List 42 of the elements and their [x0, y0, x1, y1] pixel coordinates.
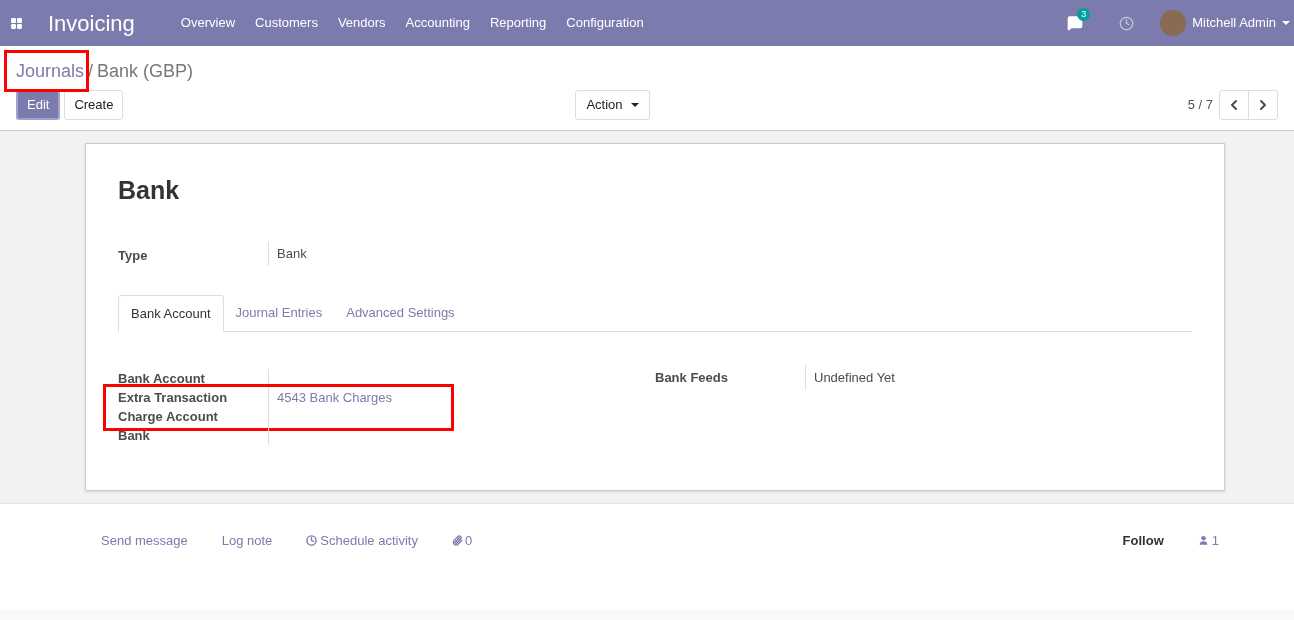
account-link[interactable]: 4543 Bank Charges	[277, 390, 392, 405]
followers-button[interactable]: 1	[1197, 531, 1219, 551]
form-tab[interactable]: Bank Account	[118, 294, 224, 332]
schedule-activity-link[interactable]: Schedule activity	[306, 531, 418, 551]
create-button[interactable]: Create	[64, 90, 124, 120]
nav-menu-item[interactable]: Reporting	[489, 13, 547, 33]
message-count-badge: 3	[1077, 8, 1091, 21]
follow-button[interactable]: Follow	[1122, 531, 1164, 551]
activity-clock-icon[interactable]	[1119, 15, 1135, 31]
apps-menu-icon[interactable]	[10, 16, 23, 30]
nav-menu-item[interactable]: Customers	[255, 13, 318, 33]
nav-menu-item[interactable]: Accounting	[405, 13, 470, 33]
clock-icon	[306, 535, 318, 547]
pager-value: 5 / 7	[1187, 96, 1213, 115]
action-dropdown[interactable]: Action	[575, 90, 650, 120]
app-title: Invoicing	[48, 9, 135, 38]
caret-icon	[1282, 21, 1290, 25]
form-tab[interactable]: Advanced Settings	[334, 294, 467, 331]
field-label: Bank Feeds	[655, 369, 729, 387]
record-title: Bank	[118, 175, 181, 206]
user-icon	[1197, 535, 1209, 547]
field-value: Undefined Yet	[805, 365, 895, 390]
send-message-link[interactable]: Send message	[101, 531, 188, 551]
field-label: Bank	[118, 427, 151, 445]
nav-menu-item[interactable]: Overview	[180, 13, 236, 33]
nav-menu-item[interactable]: Configuration	[566, 13, 644, 33]
user-avatar	[1160, 10, 1187, 36]
field-label: Extra Transaction Charge Account	[118, 389, 229, 426]
nav-menu-item[interactable]: Vendors	[337, 13, 386, 33]
chat-icon[interactable]	[1067, 15, 1084, 31]
field-value: Bank	[268, 241, 307, 266]
breadcrumb-current: Bank (GBP)	[97, 60, 194, 83]
field-label: Bank Account	[118, 370, 206, 388]
paperclip-icon	[451, 535, 463, 547]
caret-icon	[630, 103, 639, 107]
user-menu[interactable]: Mitchell Admin	[1192, 13, 1276, 33]
breadcrumb-link[interactable]: Journals	[16, 61, 85, 81]
log-note-link[interactable]: Log note	[221, 531, 273, 551]
form-tab[interactable]: Journal Entries	[223, 294, 335, 331]
edit-button[interactable]: Edit	[16, 90, 61, 120]
field-label: Type	[118, 246, 149, 265]
attachments-button[interactable]: 0	[451, 531, 473, 551]
